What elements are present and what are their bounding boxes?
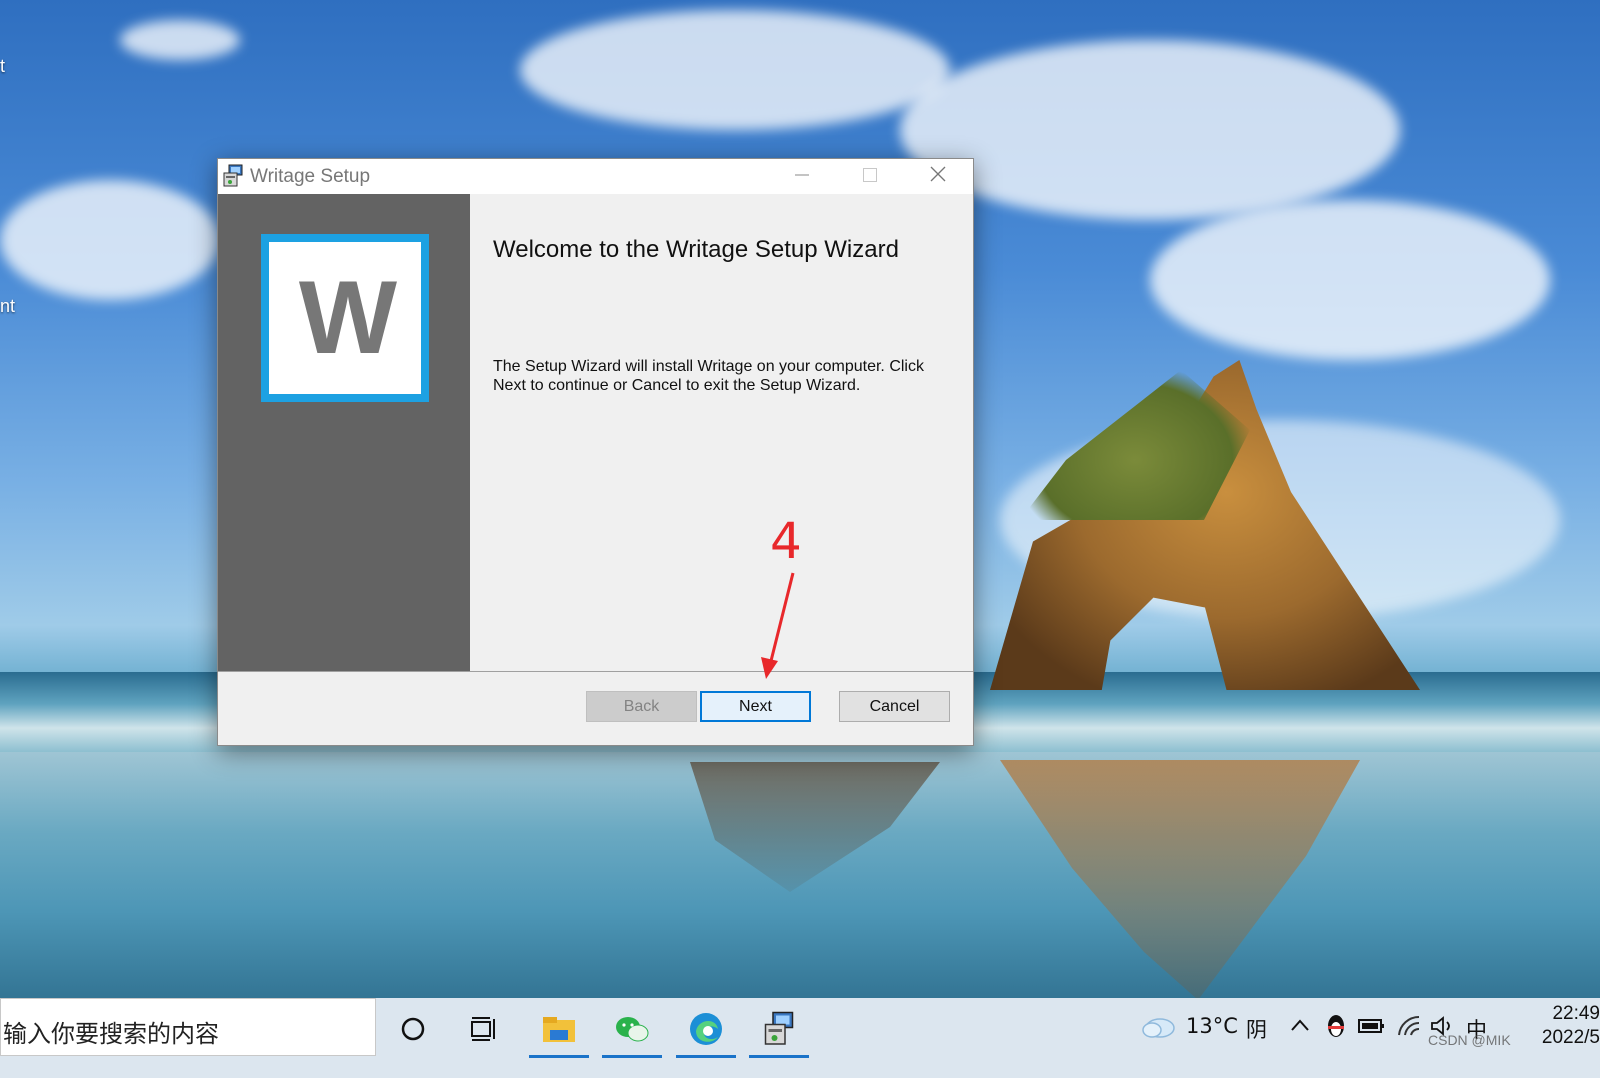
- minimize-icon: [795, 165, 809, 188]
- logo-letter: W: [298, 259, 397, 376]
- cortana-icon: [400, 1016, 426, 1047]
- edge-icon: [688, 1011, 724, 1052]
- desktop-icon-label-edge: nt: [0, 296, 16, 316]
- annotation-arrow: [761, 572, 795, 679]
- maximize-button[interactable]: [836, 159, 904, 194]
- back-button[interactable]: Back: [586, 691, 697, 722]
- clock-time: 22:49: [1552, 1003, 1600, 1024]
- annotation-step-number: 4: [770, 512, 802, 570]
- wizard-content: Welcome to the Writage Setup Wizard The …: [470, 194, 973, 671]
- writage-setup-taskbar-button[interactable]: [749, 1006, 809, 1058]
- writage-logo: W: [261, 234, 429, 402]
- task-view-icon: [470, 1016, 498, 1047]
- chevron-up-icon[interactable]: [1290, 1018, 1310, 1037]
- watermark: CSDN @MIK: [1428, 1032, 1511, 1048]
- clock-date: 2022/5: [1541, 1027, 1600, 1048]
- close-button[interactable]: [904, 159, 972, 194]
- wifi-icon[interactable]: [1397, 1015, 1421, 1042]
- cancel-button[interactable]: Cancel: [839, 691, 950, 722]
- wizard-heading: Welcome to the Writage Setup Wizard: [493, 236, 899, 263]
- close-icon: [930, 165, 946, 188]
- file-explorer-icon: [542, 1014, 576, 1049]
- clock[interactable]: 22:49 2022/5: [1522, 1002, 1600, 1050]
- next-button[interactable]: Next: [700, 691, 811, 722]
- weather-temperature[interactable]: 13°C: [1186, 1014, 1238, 1038]
- search-box[interactable]: 输入你要搜索的内容: [0, 998, 376, 1056]
- footer-divider: [218, 671, 973, 672]
- cortana-button[interactable]: [383, 1006, 443, 1056]
- wechat-icon: [614, 1014, 650, 1049]
- desktop-icon-label-edge: t: [0, 56, 6, 76]
- wechat-button[interactable]: [602, 1006, 662, 1058]
- setup-wizard-dialog: Writage Setup W Welcome to the Writage S…: [217, 158, 974, 746]
- minimize-button[interactable]: [768, 159, 836, 194]
- battery-icon[interactable]: [1358, 1016, 1386, 1041]
- task-view-button[interactable]: [454, 1006, 514, 1056]
- window-title: Writage Setup: [250, 166, 371, 187]
- weather-cloud-icon[interactable]: [1140, 1012, 1176, 1045]
- taskbar: 输入你要搜索的内容 13°C 阴 中 22:49 2022/5 CSDN @MI…: [0, 998, 1600, 1078]
- file-explorer-button[interactable]: [529, 1006, 589, 1058]
- weather-condition[interactable]: 阴: [1246, 1014, 1267, 1044]
- installer-icon: [222, 164, 244, 188]
- search-placeholder: 输入你要搜索的内容: [3, 1020, 219, 1048]
- qq-penguin-icon[interactable]: [1325, 1012, 1347, 1045]
- installer-icon: [762, 1011, 796, 1052]
- title-bar[interactable]: Writage Setup: [218, 159, 973, 194]
- edge-browser-button[interactable]: [676, 1006, 736, 1058]
- maximize-icon: [863, 165, 877, 188]
- wizard-side-banner: W: [218, 194, 470, 671]
- wizard-description: The Setup Wizard will install Writage on…: [493, 358, 924, 394]
